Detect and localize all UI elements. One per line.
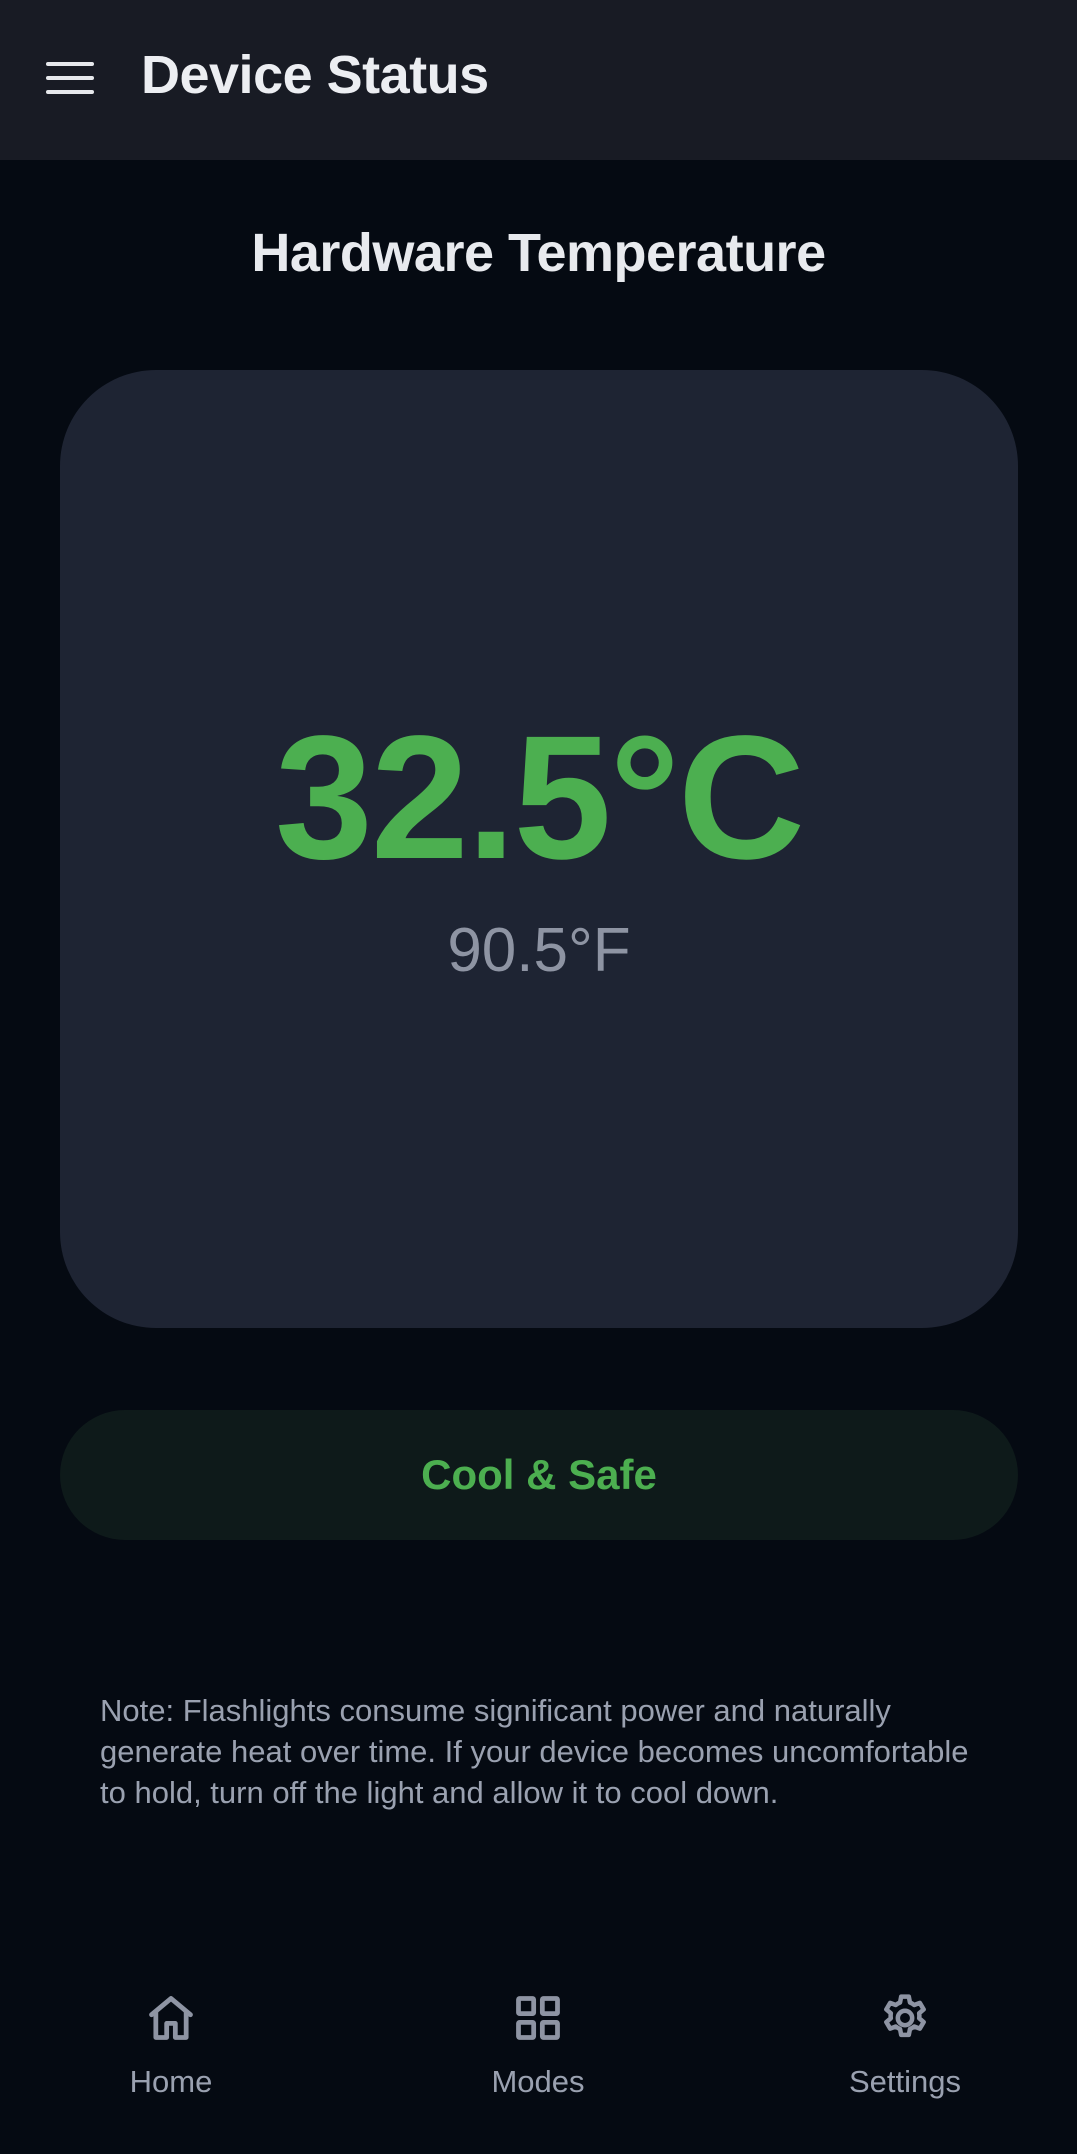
nav-label-settings: Settings: [848, 2064, 961, 2099]
device-status-screen: Device Status Hardware Temperature 32.5°…: [0, 0, 1077, 2154]
app-bar: Device Status: [0, 0, 1077, 160]
status-label: Cool & Safe: [421, 1451, 657, 1498]
section-title: Hardware Temperature: [251, 223, 826, 283]
nav-label-modes: Modes: [491, 2064, 585, 2099]
temperature-celsius: 32.5°C: [274, 700, 805, 896]
menu-button[interactable]: [36, 50, 104, 110]
grid-icon: [510, 1990, 566, 2046]
nav-item-settings[interactable]: Settings: [795, 1990, 1015, 2100]
nav-label-home: Home: [129, 2064, 213, 2099]
temperature-fahrenheit: 90.5°F: [447, 916, 631, 985]
nav-item-home[interactable]: Home: [61, 1990, 281, 2100]
hamburger-menu-icon: [46, 61, 94, 100]
nav-item-modes[interactable]: Modes: [428, 1990, 648, 2100]
page-title: Device Status: [141, 45, 489, 105]
status-badge: Cool & Safe: [60, 1410, 1018, 1540]
home-icon: [143, 1990, 199, 2046]
gear-icon: [877, 1990, 933, 2046]
temperature-card: 32.5°C 90.5°F: [60, 370, 1018, 1328]
bottom-navigation: Home Modes Settings: [0, 1960, 1077, 2154]
heat-note: Note: Flashlights consume significant po…: [100, 1693, 969, 1810]
